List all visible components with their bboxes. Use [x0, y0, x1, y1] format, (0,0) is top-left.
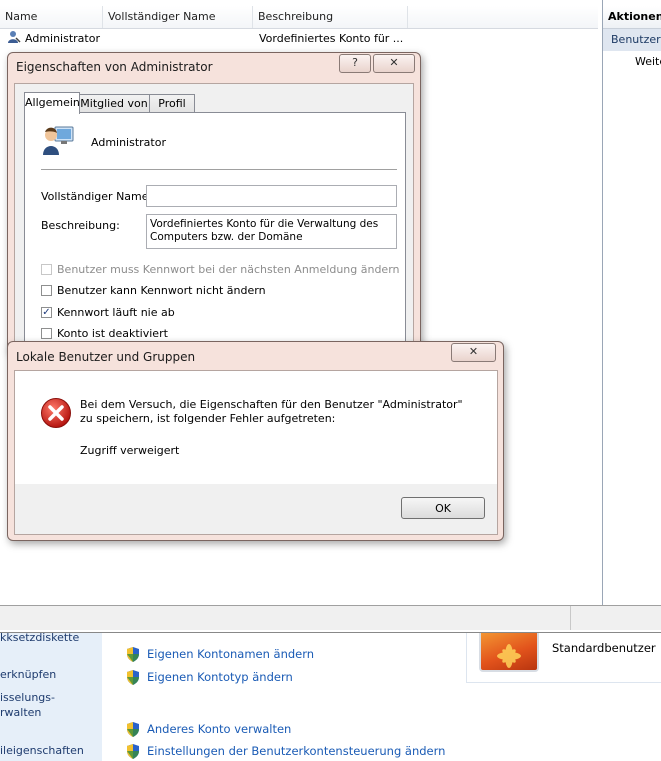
sidebar-link[interactable]: isselungs-: [0, 691, 55, 704]
error-close-button[interactable]: ✕: [451, 343, 496, 362]
actions-section-users[interactable]: Benutzer: [603, 29, 661, 51]
separator: [41, 169, 397, 170]
sidebar-link[interactable]: ileigenschaften: [0, 744, 84, 757]
account-type-label: Standardbenutzer: [552, 641, 656, 655]
uac-shield-icon: [127, 721, 139, 737]
tab-profile[interactable]: Profil: [149, 94, 195, 114]
user-description-cell: Vordefiniertes Konto für ...: [259, 32, 404, 45]
change-account-type-link[interactable]: Eigenen Kontotyp ändern: [126, 668, 293, 686]
error-dialog-title: Lokale Benutzer und Gruppen: [16, 350, 196, 364]
table-row[interactable]: Administrator Vordefiniertes Konto für .…: [0, 30, 598, 48]
tab-member-of[interactable]: Mitglied von: [78, 94, 150, 114]
help-button[interactable]: ?: [339, 54, 371, 73]
password-never-expires-checkbox[interactable]: ✓ Kennwort läuft nie ab: [41, 305, 175, 319]
actions-pane: Aktionen Benutzer Weite: [602, 0, 661, 605]
list-view-header: Name Vollständiger Name Beschreibung: [0, 6, 598, 29]
manage-other-account-link[interactable]: Anderes Konto verwalten: [126, 720, 291, 738]
error-icon: [40, 397, 72, 432]
must-change-password-checkbox: Benutzer muss Kennwort bei der nächsten …: [41, 262, 400, 276]
column-header-name[interactable]: Name: [0, 6, 103, 28]
properties-dialog: Eigenschaften von Administrator ? ✕ Allg…: [7, 52, 421, 364]
button-bar: OK: [15, 484, 497, 534]
uac-settings-link[interactable]: Einstellungen der Benutzerkontensteuerun…: [126, 742, 445, 760]
sidebar-link[interactable]: erknüpfen: [0, 668, 56, 681]
close-button[interactable]: ✕: [373, 54, 415, 73]
checkmark-icon: ✓: [41, 306, 52, 318]
cannot-change-password-checkbox[interactable]: Benutzer kann Kennwort nicht ändern: [41, 283, 266, 297]
uac-shield-icon: [127, 669, 139, 685]
tab-general[interactable]: Allgemein: [24, 92, 80, 114]
control-panel-sidebar: kksetzdiskette erknüpfen isselungs- rwal…: [0, 620, 102, 761]
sidebar-link[interactable]: rwalten: [0, 706, 41, 719]
full-name-label: Vollständiger Name:: [41, 190, 153, 203]
account-disabled-checkbox[interactable]: Konto ist deaktiviert: [41, 326, 168, 340]
user-account-icon: [41, 123, 75, 160]
error-message: Bei dem Versuch, die Eigenschaften für d…: [80, 398, 463, 425]
error-dialog-client: Bei dem Versuch, die Eigenschaften für d…: [14, 370, 498, 535]
change-account-name-link[interactable]: Eigenen Kontonamen ändern: [126, 645, 314, 663]
user-name-cell: Administrator: [25, 32, 100, 45]
tab-page-general: Administrator Vollständiger Name: Beschr…: [24, 112, 406, 364]
uac-shield-icon: [127, 646, 139, 662]
uac-shield-icon: [127, 743, 139, 759]
description-label: Beschreibung:: [41, 219, 120, 232]
user-display-name: Administrator: [91, 136, 166, 149]
actions-more-item[interactable]: Weite: [603, 51, 661, 73]
error-dialog: Lokale Benutzer und Gruppen ✕ Bei dem Ve…: [7, 341, 504, 541]
column-header-description[interactable]: Beschreibung: [253, 6, 408, 28]
user-icon: [7, 30, 21, 50]
mmc-status-bar: [0, 605, 661, 630]
dialog-client-area: Allgemein Mitglied von Profil Administra…: [14, 83, 414, 364]
ok-button[interactable]: OK: [401, 497, 485, 519]
error-detail: Zugriff verweigert: [80, 444, 180, 457]
dialog-title: Eigenschaften von Administrator: [16, 60, 213, 74]
column-header-full-name[interactable]: Vollständiger Name: [103, 6, 253, 28]
full-name-field[interactable]: [146, 185, 397, 207]
description-field[interactable]: Vordefiniertes Konto für die Verwaltung …: [146, 214, 397, 249]
actions-header: Aktionen: [603, 6, 661, 29]
